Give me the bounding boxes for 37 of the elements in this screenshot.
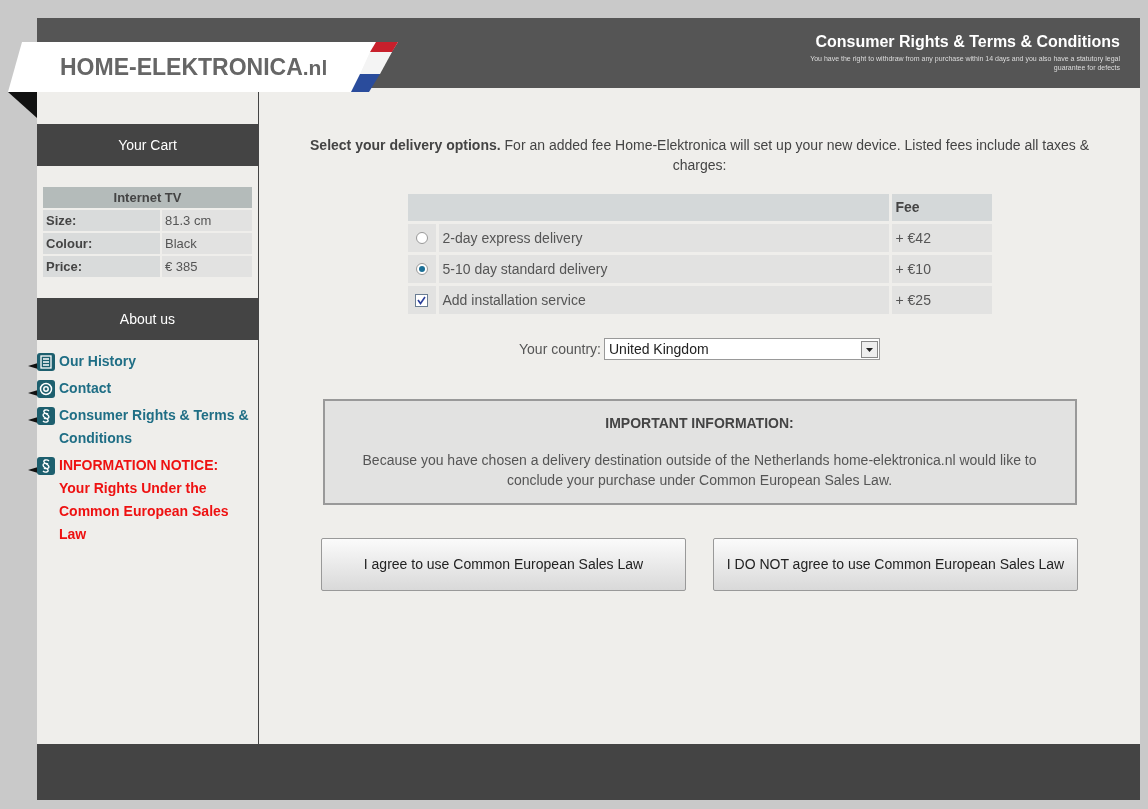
ribbon-fold-icon bbox=[8, 92, 37, 118]
header-title: Consumer Rights & Terms & Conditions bbox=[815, 32, 1120, 52]
fee-header: Fee bbox=[891, 194, 992, 221]
country-select[interactable]: United Kingdom bbox=[604, 338, 880, 360]
fee-cell: + €25 bbox=[891, 286, 992, 314]
sidebar-link[interactable]: Consumer Rights & Terms & Conditions bbox=[59, 404, 250, 450]
notice-link[interactable]: INFORMATION NOTICE: Your Rights Under the Common European Sales Law bbox=[59, 454, 250, 546]
disagree-button[interactable]: I DO NOT agree to use Common European Sales Law bbox=[713, 538, 1078, 591]
option-label: 2-day express delivery bbox=[438, 224, 889, 252]
fee-cell: + €42 bbox=[891, 224, 992, 252]
fee-cell: + €10 bbox=[891, 255, 992, 283]
info-text: Because you have chosen a delivery destination outside of the Netherlands home-elektronica.nl would like to conclude your purchase under Common European Sales Law. bbox=[361, 451, 1038, 490]
radio-button[interactable] bbox=[415, 232, 428, 244]
table-cell: Black bbox=[162, 233, 252, 254]
section-sign-icon bbox=[28, 406, 56, 426]
about-heading: About us bbox=[37, 298, 258, 340]
agree-button[interactable]: I agree to use Common European Sales Law bbox=[321, 538, 686, 591]
logo-text: HOME-ELEKTRONICA.nl bbox=[60, 52, 328, 82]
table-cell: Colour: bbox=[43, 233, 160, 254]
at-sign-icon bbox=[28, 379, 56, 399]
table-cell: 81.3 cm bbox=[162, 210, 252, 231]
sidebar-link[interactable]: Our History bbox=[59, 350, 136, 373]
document-icon bbox=[28, 352, 56, 372]
section-sign-icon bbox=[28, 456, 56, 476]
sidebar-link[interactable]: Contact bbox=[59, 377, 112, 400]
intro-text: Select your delivery options. For an added fee Home-Elektronica will set up your new device. Listed fees include all taxes & charges: bbox=[309, 136, 1090, 175]
option-label: 5-10 day standard delivery bbox=[438, 255, 889, 283]
cart-heading: Your Cart bbox=[37, 124, 258, 166]
table-cell: Price: bbox=[43, 256, 160, 277]
radio-button[interactable] bbox=[415, 263, 428, 275]
checkbox[interactable] bbox=[415, 293, 428, 307]
table-cell: € 385 bbox=[162, 256, 252, 277]
product-name: Internet TV bbox=[43, 187, 252, 208]
table-cell: Size: bbox=[43, 210, 160, 231]
country-label: Your country: bbox=[519, 339, 601, 359]
info-title: IMPORTANT INFORMATION: bbox=[605, 414, 794, 433]
option-label: Add installation service bbox=[438, 286, 889, 314]
